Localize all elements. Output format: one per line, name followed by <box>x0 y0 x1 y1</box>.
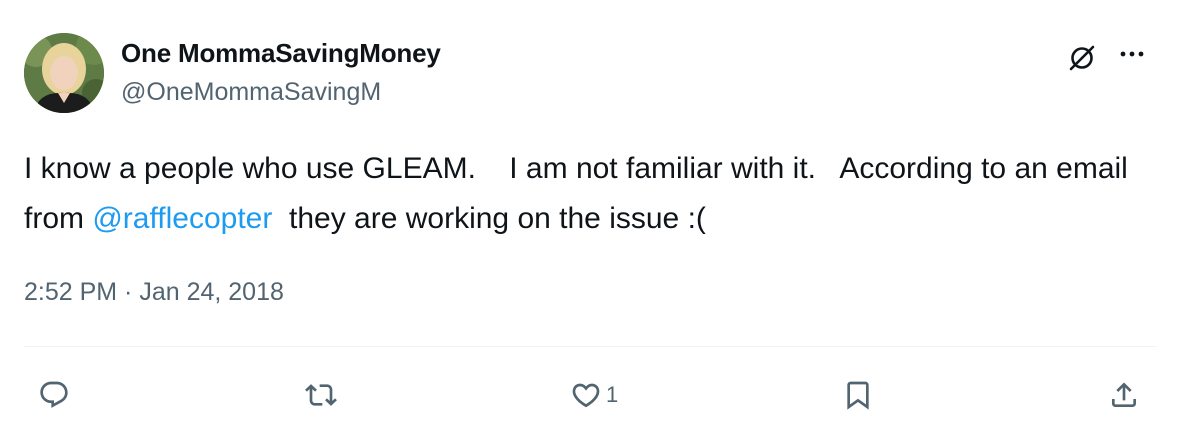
user-handle[interactable]: @OneMommaSavingM <box>121 78 381 107</box>
reply-icon <box>40 381 68 408</box>
share-button[interactable] <box>1108 375 1140 415</box>
more-icon <box>1120 51 1144 57</box>
retweet-button[interactable] <box>305 375 337 415</box>
grok-icon <box>1069 45 1095 71</box>
display-name[interactable]: One MommaSavingMoney <box>121 38 441 69</box>
like-count: 1 <box>606 382 619 407</box>
more-options-button[interactable] <box>1112 38 1152 70</box>
share-icon <box>1112 382 1136 407</box>
bookmark-button[interactable] <box>842 375 874 415</box>
avatar-image <box>24 33 104 113</box>
mention-link[interactable]: @rafflecopter <box>92 202 272 235</box>
heart-icon <box>572 383 600 408</box>
reply-button[interactable] <box>38 375 70 415</box>
tweet-text-after: they are working on the issue :( <box>272 202 706 235</box>
grok-button[interactable] <box>1062 38 1102 78</box>
tweet-text: I know a people who use GLEAM. I am not … <box>24 144 1164 244</box>
retweet-icon <box>305 384 337 406</box>
bookmark-icon <box>847 381 869 410</box>
avatar[interactable] <box>24 33 104 113</box>
like-button[interactable]: 1 <box>570 375 618 415</box>
divider <box>24 346 1156 347</box>
timestamp[interactable]: 2:52 PM · Jan 24, 2018 <box>24 278 284 307</box>
